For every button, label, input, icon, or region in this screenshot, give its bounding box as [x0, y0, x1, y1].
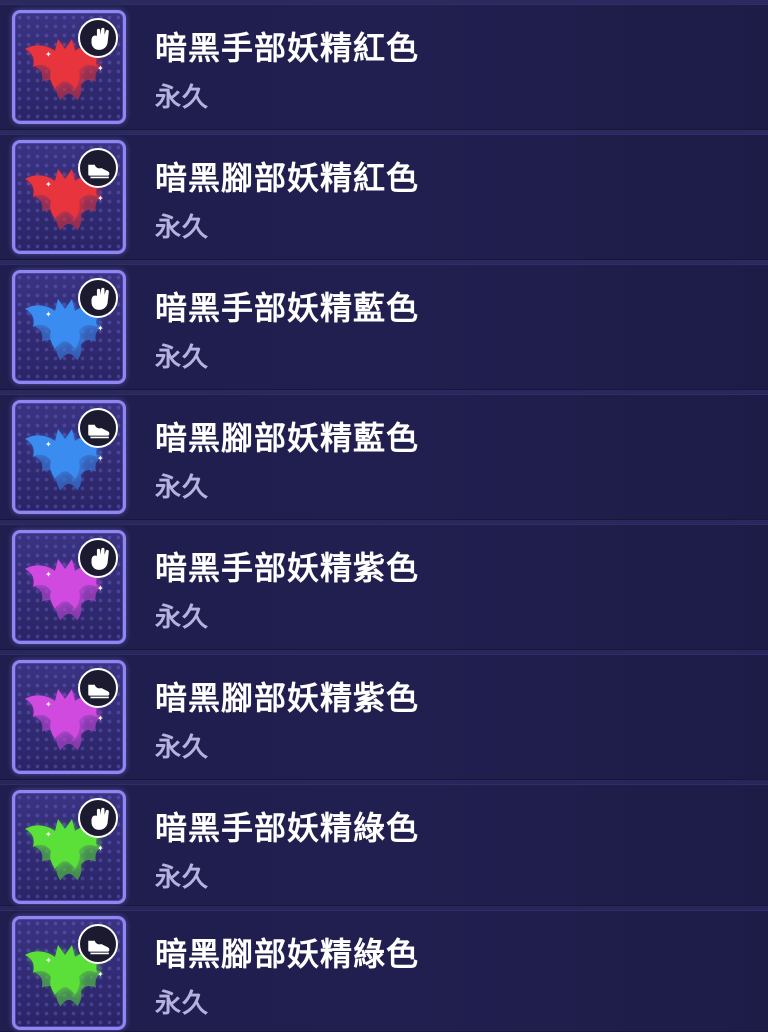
list-item[interactable]: ✦✦✦✦ 暗黑腳部妖精紅色 永久 — [0, 134, 768, 260]
sparkle-icon: ✦ — [45, 50, 52, 59]
list-item[interactable]: ✦✦✦✦ 暗黑手部妖精藍色 永久 — [0, 264, 768, 390]
slot-badge — [78, 668, 118, 708]
sparkle-icon: ✦ — [97, 194, 104, 203]
item-duration: 永久 — [155, 213, 210, 243]
sparkle-icon: ✦ — [97, 324, 104, 333]
item-title: 暗黑手部妖精藍色 — [155, 289, 420, 327]
list-item[interactable]: ✦✦✦✦ 暗黑腳部妖精紫色 永久 — [0, 654, 768, 780]
hand-icon — [91, 807, 109, 830]
shoe-icon — [88, 684, 110, 699]
slot-badge — [78, 18, 118, 58]
sparkle-icon: ✦ — [45, 700, 52, 709]
item-list: ✦ ✦ ✦ ✦ 暗黑手部妖精紅色 永久 ✦ ✦ ✦ ✦ 暗黑腳部妖精紅色 永久 ✦ ✦ ✦ ✦ 暗… — [0, 0, 768, 1032]
sparkle-icon: ✦ — [45, 830, 52, 839]
list-item[interactable]: ✦✦✦✦ 暗黑手部妖精紅色 永久 — [0, 4, 768, 130]
item-thumbnail: ✦✦✦✦ — [12, 140, 126, 254]
shoe-icon — [88, 424, 110, 439]
item-thumbnail: ✦✦✦✦ — [12, 660, 126, 774]
item-duration: 永久 — [155, 989, 210, 1019]
item-duration: 永久 — [155, 473, 210, 503]
sparkle-icon: ✦ — [97, 584, 104, 593]
item-title: 暗黑腳部妖精綠色 — [155, 935, 420, 973]
slot-badge — [78, 798, 118, 838]
item-thumbnail: ✦✦✦✦ — [12, 916, 126, 1030]
item-duration: 永久 — [155, 343, 210, 373]
shoe-icon — [88, 164, 110, 179]
sparkle-icon: ✦ — [97, 844, 104, 853]
sparkle-icon: ✦ — [97, 454, 104, 463]
list-item[interactable]: ✦✦✦✦ 暗黑腳部妖精藍色 永久 — [0, 394, 768, 520]
list-item[interactable]: ✦✦✦✦ 暗黑手部妖精綠色 永久 — [0, 784, 768, 906]
item-thumbnail: ✦✦✦✦ — [12, 790, 126, 904]
slot-badge — [78, 278, 118, 318]
sparkle-icon: ✦ — [45, 440, 52, 449]
item-title: 暗黑腳部妖精紫色 — [155, 679, 420, 717]
hand-icon — [91, 547, 109, 570]
item-duration: 永久 — [155, 603, 210, 633]
sparkle-icon: ✦ — [45, 310, 52, 319]
sparkle-icon: ✦ — [97, 970, 104, 979]
item-thumbnail: ✦✦✦✦ — [12, 530, 126, 644]
item-thumbnail: ✦✦✦✦ — [12, 10, 126, 124]
list-item[interactable]: ✦✦✦✦ 暗黑手部妖精紫色 永久 — [0, 524, 768, 650]
sparkle-icon: ✦ — [45, 180, 52, 189]
item-thumbnail: ✦✦✦✦ — [12, 400, 126, 514]
slot-badge — [78, 538, 118, 578]
item-title: 暗黑手部妖精紫色 — [155, 549, 420, 587]
item-duration: 永久 — [155, 83, 210, 113]
slot-badge — [78, 924, 118, 964]
item-title: 暗黑腳部妖精紅色 — [155, 159, 420, 197]
item-title: 暗黑手部妖精紅色 — [155, 29, 420, 67]
item-duration: 永久 — [155, 863, 210, 893]
sparkle-icon: ✦ — [45, 570, 52, 579]
sparkle-icon: ✦ — [97, 64, 104, 73]
slot-badge — [78, 148, 118, 188]
item-duration: 永久 — [155, 733, 210, 763]
list-item[interactable]: ✦✦✦✦ 暗黑腳部妖精綠色 永久 — [0, 910, 768, 1032]
item-title: 暗黑腳部妖精藍色 — [155, 419, 420, 457]
slot-badge — [78, 408, 118, 448]
shoe-icon — [88, 940, 110, 955]
item-thumbnail: ✦✦✦✦ — [12, 270, 126, 384]
hand-icon — [91, 287, 109, 310]
item-title: 暗黑手部妖精綠色 — [155, 809, 420, 847]
hand-icon — [91, 27, 109, 50]
sparkle-icon: ✦ — [45, 956, 52, 965]
sparkle-icon: ✦ — [97, 714, 104, 723]
